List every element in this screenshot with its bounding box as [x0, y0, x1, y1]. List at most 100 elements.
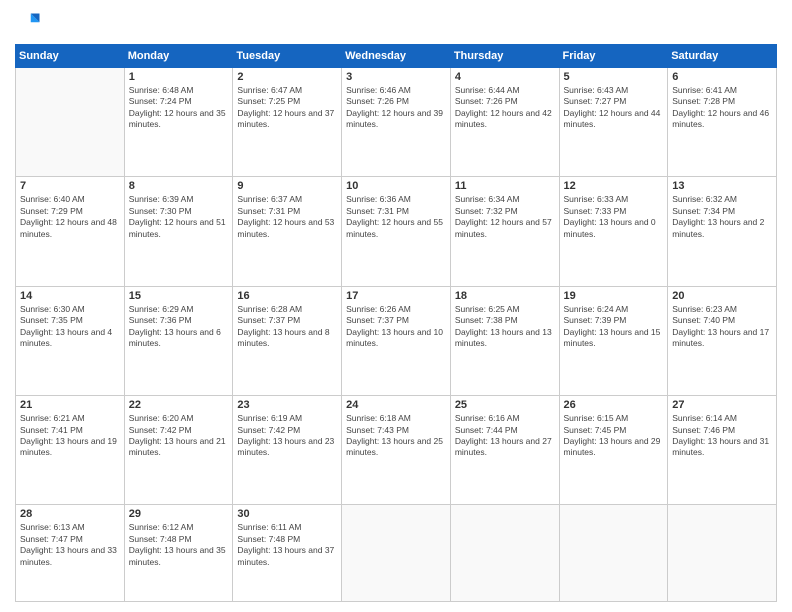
day-number: 6	[672, 71, 772, 83]
day-info: Sunrise: 6:25 AMSunset: 7:38 PMDaylight:…	[455, 304, 555, 350]
day-number: 15	[129, 290, 229, 302]
day-number: 22	[129, 399, 229, 411]
day-info: Sunrise: 6:15 AMSunset: 7:45 PMDaylight:…	[564, 413, 664, 459]
calendar-cell: 19 Sunrise: 6:24 AMSunset: 7:39 PMDayligh…	[559, 286, 668, 395]
day-number: 5	[564, 71, 664, 83]
calendar-cell: 29Sunrise: 6:12 AMSunset: 7:48 PMDayligh…	[124, 505, 233, 602]
day-info: Sunrise: 6:34 AMSunset: 7:32 PMDaylight:…	[455, 194, 555, 240]
weekday-header-saturday: Saturday	[668, 45, 777, 68]
day-info: Sunrise: 6:23 AMSunset: 7:40 PMDaylight:…	[672, 304, 772, 350]
day-info: Sunrise: 6:47 AMSunset: 7:25 PMDaylight:…	[237, 85, 337, 131]
calendar-cell: 7 Sunrise: 6:40 AMSunset: 7:29 PMDaylight…	[16, 177, 125, 286]
day-info: Sunrise: 6:43 AMSunset: 7:27 PMDaylight:…	[564, 85, 664, 131]
weekday-header-wednesday: Wednesday	[342, 45, 451, 68]
calendar-cell: 20 Sunrise: 6:23 AMSunset: 7:40 PMDayligh…	[668, 286, 777, 395]
day-info: Sunrise: 6:19 AMSunset: 7:42 PMDaylight:…	[237, 413, 337, 459]
calendar-cell: 27 Sunrise: 6:14 AMSunset: 7:46 PMDayligh…	[668, 396, 777, 505]
day-number: 10	[346, 180, 446, 192]
calendar-cell: 6 Sunrise: 6:41 AMSunset: 7:28 PMDaylight…	[668, 68, 777, 177]
weekday-header-sunday: Sunday	[16, 45, 125, 68]
day-number: 8	[129, 180, 229, 192]
day-number: 29	[129, 508, 229, 520]
calendar-cell	[450, 505, 559, 602]
day-number: 19	[564, 290, 664, 302]
calendar-cell: 12 Sunrise: 6:33 AMSunset: 7:33 PMDayligh…	[559, 177, 668, 286]
weekday-header-tuesday: Tuesday	[233, 45, 342, 68]
calendar-cell: 5 Sunrise: 6:43 AMSunset: 7:27 PMDaylight…	[559, 68, 668, 177]
day-number: 7	[20, 180, 120, 192]
day-info: Sunrise: 6:36 AMSunset: 7:31 PMDaylight:…	[346, 194, 446, 240]
calendar-cell: 8 Sunrise: 6:39 AMSunset: 7:30 PMDaylight…	[124, 177, 233, 286]
calendar-cell: 21Sunrise: 6:21 AMSunset: 7:41 PMDayligh…	[16, 396, 125, 505]
calendar-cell: 24 Sunrise: 6:18 AMSunset: 7:43 PMDayligh…	[342, 396, 451, 505]
calendar-cell: 28 Sunrise: 6:13 AMSunset: 7:47 PMDayligh…	[16, 505, 125, 602]
day-number: 1	[129, 71, 229, 83]
day-info: Sunrise: 6:28 AMSunset: 7:37 PMDaylight:…	[237, 304, 337, 350]
calendar-cell: 30 Sunrise: 6:11 AMSunset: 7:48 PMDayligh…	[233, 505, 342, 602]
day-info: Sunrise: 6:46 AMSunset: 7:26 PMDaylight:…	[346, 85, 446, 131]
day-number: 12	[564, 180, 664, 192]
calendar-cell	[668, 505, 777, 602]
calendar-cell: 10 Sunrise: 6:36 AMSunset: 7:31 PMDayligh…	[342, 177, 451, 286]
calendar-cell: 18 Sunrise: 6:25 AMSunset: 7:38 PMDayligh…	[450, 286, 559, 395]
day-info: Sunrise: 6:29 AMSunset: 7:36 PMDaylight:…	[129, 304, 229, 350]
day-info: Sunrise: 6:39 AMSunset: 7:30 PMDaylight:…	[129, 194, 229, 240]
day-info: Sunrise: 6:40 AMSunset: 7:29 PMDaylight:…	[20, 194, 120, 240]
day-number: 17	[346, 290, 446, 302]
day-info: Sunrise: 6:21 AMSunset: 7:41 PMDaylight:…	[20, 413, 120, 459]
week-row-5: 28 Sunrise: 6:13 AMSunset: 7:47 PMDayligh…	[16, 505, 777, 602]
calendar-cell	[16, 68, 125, 177]
week-row-4: 21Sunrise: 6:21 AMSunset: 7:41 PMDayligh…	[16, 396, 777, 505]
day-info: Sunrise: 6:18 AMSunset: 7:43 PMDaylight:…	[346, 413, 446, 459]
day-info: Sunrise: 6:41 AMSunset: 7:28 PMDaylight:…	[672, 85, 772, 131]
day-info: Sunrise: 6:11 AMSunset: 7:48 PMDaylight:…	[237, 522, 337, 568]
calendar-cell: 3Sunrise: 6:46 AMSunset: 7:26 PMDaylight…	[342, 68, 451, 177]
calendar-cell: 13Sunrise: 6:32 AMSunset: 7:34 PMDayligh…	[668, 177, 777, 286]
header	[15, 10, 777, 38]
day-number: 16	[237, 290, 337, 302]
day-info: Sunrise: 6:26 AMSunset: 7:37 PMDaylight:…	[346, 304, 446, 350]
calendar-cell: 4Sunrise: 6:44 AMSunset: 7:26 PMDaylight…	[450, 68, 559, 177]
calendar-cell: 25Sunrise: 6:16 AMSunset: 7:44 PMDayligh…	[450, 396, 559, 505]
day-number: 20	[672, 290, 772, 302]
day-info: Sunrise: 6:20 AMSunset: 7:42 PMDaylight:…	[129, 413, 229, 459]
day-number: 23	[237, 399, 337, 411]
day-number: 13	[672, 180, 772, 192]
calendar-cell	[342, 505, 451, 602]
week-row-3: 14Sunrise: 6:30 AMSunset: 7:35 PMDayligh…	[16, 286, 777, 395]
weekday-header-row: SundayMondayTuesdayWednesdayThursdayFrid…	[16, 45, 777, 68]
day-info: Sunrise: 6:48 AMSunset: 7:24 PMDaylight:…	[129, 85, 229, 131]
calendar-cell: 2 Sunrise: 6:47 AMSunset: 7:25 PMDaylight…	[233, 68, 342, 177]
logo	[15, 10, 47, 38]
weekday-header-monday: Monday	[124, 45, 233, 68]
calendar-cell: 1 Sunrise: 6:48 AMSunset: 7:24 PMDaylight…	[124, 68, 233, 177]
weekday-header-thursday: Thursday	[450, 45, 559, 68]
week-row-2: 7 Sunrise: 6:40 AMSunset: 7:29 PMDaylight…	[16, 177, 777, 286]
calendar-cell	[559, 505, 668, 602]
calendar-cell: 26 Sunrise: 6:15 AMSunset: 7:45 PMDayligh…	[559, 396, 668, 505]
calendar-cell: 16 Sunrise: 6:28 AMSunset: 7:37 PMDayligh…	[233, 286, 342, 395]
page: SundayMondayTuesdayWednesdayThursdayFrid…	[0, 0, 792, 612]
calendar-cell: 9 Sunrise: 6:37 AMSunset: 7:31 PMDaylight…	[233, 177, 342, 286]
day-info: Sunrise: 6:14 AMSunset: 7:46 PMDaylight:…	[672, 413, 772, 459]
day-number: 18	[455, 290, 555, 302]
calendar-cell: 23 Sunrise: 6:19 AMSunset: 7:42 PMDayligh…	[233, 396, 342, 505]
day-info: Sunrise: 6:24 AMSunset: 7:39 PMDaylight:…	[564, 304, 664, 350]
day-number: 24	[346, 399, 446, 411]
weekday-header-friday: Friday	[559, 45, 668, 68]
day-number: 9	[237, 180, 337, 192]
day-info: Sunrise: 6:37 AMSunset: 7:31 PMDaylight:…	[237, 194, 337, 240]
day-number: 27	[672, 399, 772, 411]
calendar-cell: 17 Sunrise: 6:26 AMSunset: 7:37 PMDayligh…	[342, 286, 451, 395]
day-number: 14	[20, 290, 120, 302]
day-number: 28	[20, 508, 120, 520]
week-row-1: 1 Sunrise: 6:48 AMSunset: 7:24 PMDaylight…	[16, 68, 777, 177]
day-number: 26	[564, 399, 664, 411]
calendar-cell: 15 Sunrise: 6:29 AMSunset: 7:36 PMDayligh…	[124, 286, 233, 395]
calendar-cell: 14Sunrise: 6:30 AMSunset: 7:35 PMDayligh…	[16, 286, 125, 395]
day-number: 30	[237, 508, 337, 520]
day-info: Sunrise: 6:33 AMSunset: 7:33 PMDaylight:…	[564, 194, 664, 240]
day-number: 2	[237, 71, 337, 83]
day-info: Sunrise: 6:13 AMSunset: 7:47 PMDaylight:…	[20, 522, 120, 568]
calendar-table: SundayMondayTuesdayWednesdayThursdayFrid…	[15, 44, 777, 602]
